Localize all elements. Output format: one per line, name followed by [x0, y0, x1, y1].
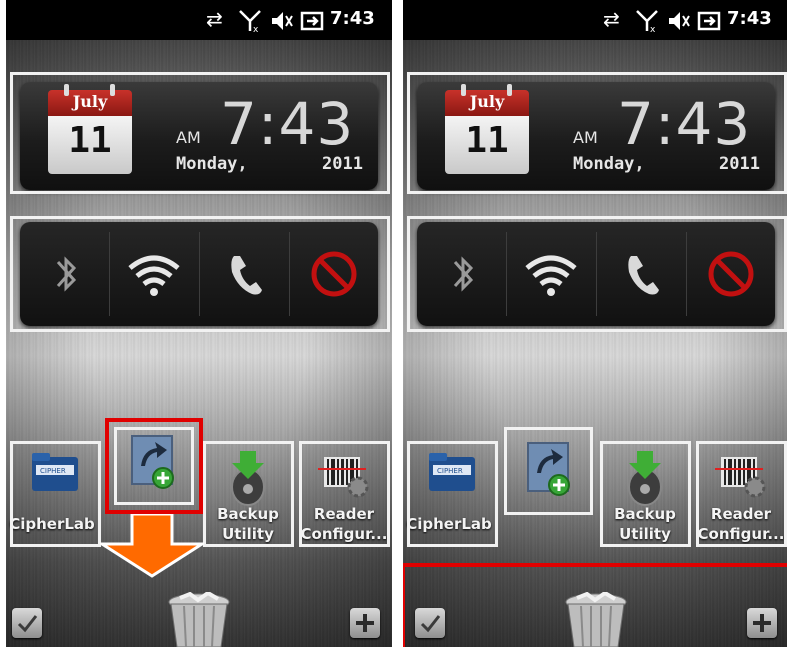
status-time: 7:43	[330, 8, 375, 29]
speaker-muted-icon	[669, 12, 690, 30]
drop-target-highlight	[403, 563, 787, 647]
speaker-muted-icon	[272, 12, 293, 30]
app-frame	[696, 441, 787, 547]
sync-icon: ⇄	[603, 7, 620, 31]
status-bar: ⇄ x 7:43	[6, 0, 392, 40]
plus-icon	[356, 614, 374, 632]
app-frame	[203, 441, 294, 547]
check-icon	[17, 615, 38, 633]
select-checkbox-button[interactable]	[12, 608, 42, 638]
svg-text:x: x	[253, 25, 259, 35]
clock-widget-frame	[407, 72, 787, 194]
app-frame	[407, 441, 498, 547]
screen-before: ⇄ x 7:43 July 11 AM 7:43 Monday, 2011 CI…	[6, 0, 392, 647]
app-frame	[600, 441, 691, 547]
app-frame	[10, 441, 101, 547]
screen-after: ⇄ x 7:43 July 11 AM 7:43 Monday, 2011 CI…	[403, 0, 787, 647]
svg-text:x: x	[650, 25, 656, 35]
add-button[interactable]	[350, 608, 380, 638]
status-time: 7:43	[727, 8, 772, 29]
drag-source-highlight	[105, 418, 203, 514]
signal-off-icon: x	[239, 10, 261, 35]
toggles-widget-frame	[407, 216, 787, 332]
clock-widget-frame	[10, 72, 390, 194]
shortcut-frame	[504, 427, 593, 515]
trash-bin-icon[interactable]	[164, 590, 234, 647]
status-bar: ⇄ x 7:43	[403, 0, 787, 40]
drag-down-arrow-icon	[100, 514, 204, 578]
battery-charging-icon	[300, 11, 324, 31]
toggles-widget-frame	[10, 216, 390, 332]
battery-charging-icon	[697, 11, 721, 31]
sync-icon: ⇄	[206, 7, 223, 31]
trash-bin-graphic	[168, 590, 230, 647]
signal-off-icon: x	[636, 10, 658, 35]
app-frame	[299, 441, 390, 547]
